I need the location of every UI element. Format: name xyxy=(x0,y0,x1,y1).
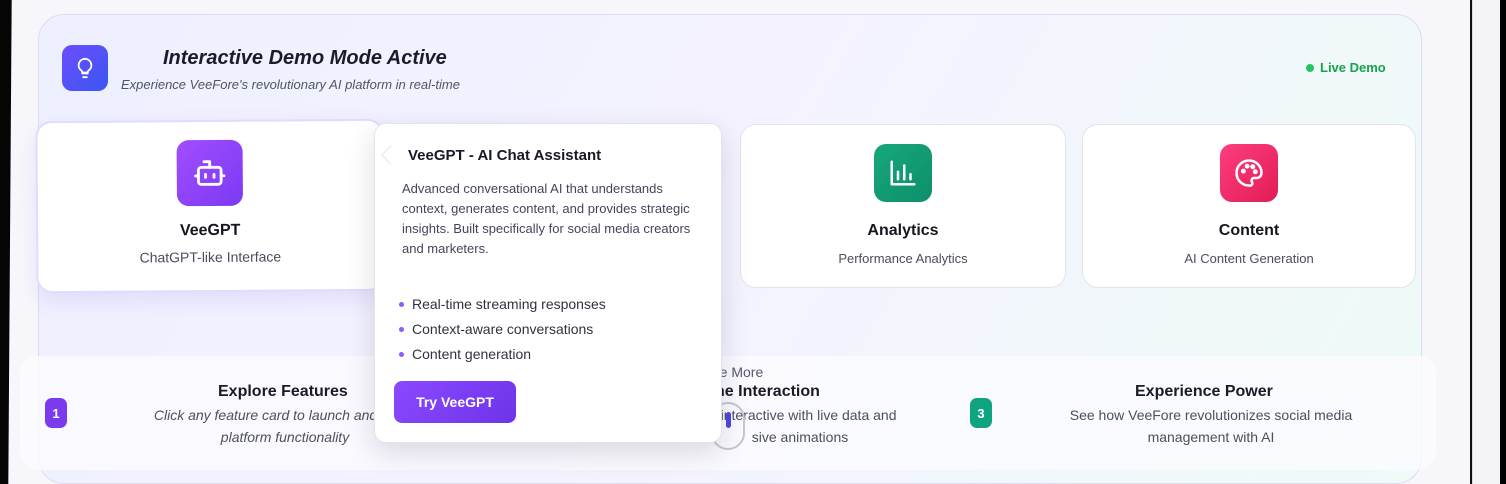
palette-icon xyxy=(1220,144,1278,202)
step-description: See how VeeFore revolutionizes social me… xyxy=(1069,407,1353,445)
live-status-dot xyxy=(1306,63,1314,72)
list-item: Real-time streaming responses xyxy=(399,292,606,317)
tooltip-description: Advanced conversational AI that understa… xyxy=(402,181,691,256)
feature-card-analytics[interactable]: Analytics Performance Analytics xyxy=(740,124,1066,288)
list-item: Content generation xyxy=(399,342,606,367)
live-demo-badge: Live Demo xyxy=(1306,60,1386,75)
scrollbar-track[interactable] xyxy=(1472,0,1500,484)
tooltip-arrow xyxy=(381,145,401,165)
demo-mode-subtitle: Experience VeeFore's revolutionary AI pl… xyxy=(121,77,460,92)
tooltip-title: VeeGPT - AI Chat Assistant xyxy=(408,147,602,164)
live-demo-label: Live Demo xyxy=(1320,60,1386,75)
bullet-icon xyxy=(399,352,404,357)
scroll-wheel xyxy=(726,412,731,428)
bar-chart-icon xyxy=(874,144,932,202)
window-frame-right xyxy=(1470,0,1506,484)
feature-title: Content xyxy=(1218,222,1280,239)
step-number-badge: 1 xyxy=(45,398,67,428)
try-veegpt-button[interactable]: Try VeeGPT xyxy=(394,381,516,423)
step-number-badge: 3 xyxy=(970,398,992,428)
feature-card-veegpt[interactable]: VeeGPT ChatGPT-like Interface xyxy=(35,118,385,294)
feature-tooltip: VeeGPT - AI Chat Assistant Advanced conv… xyxy=(374,123,722,443)
feature-card-content[interactable]: Content AI Content Generation xyxy=(1082,124,1416,288)
step-title: ne Interaction xyxy=(715,383,820,400)
lightbulb-icon xyxy=(62,45,108,91)
feature-title: VeeGPT xyxy=(179,221,241,240)
list-item: Context-aware conversations xyxy=(399,317,606,342)
feature-subtitle: Performance Analytics xyxy=(838,251,968,266)
robot-icon xyxy=(176,139,243,207)
step-title: Explore Features xyxy=(218,383,348,400)
tooltip-feature-list: Real-time streaming responses Context-aw… xyxy=(399,292,606,367)
feature-subtitle: AI Content Generation xyxy=(1184,251,1314,266)
demo-mode-title: Interactive Demo Mode Active xyxy=(163,47,447,69)
feature-title: Analytics xyxy=(867,222,939,239)
feature-subtitle: ChatGPT-like Interface xyxy=(139,248,282,266)
step-title: Experience Power xyxy=(1135,383,1273,400)
bullet-icon xyxy=(399,327,404,332)
bullet-icon xyxy=(399,302,404,307)
